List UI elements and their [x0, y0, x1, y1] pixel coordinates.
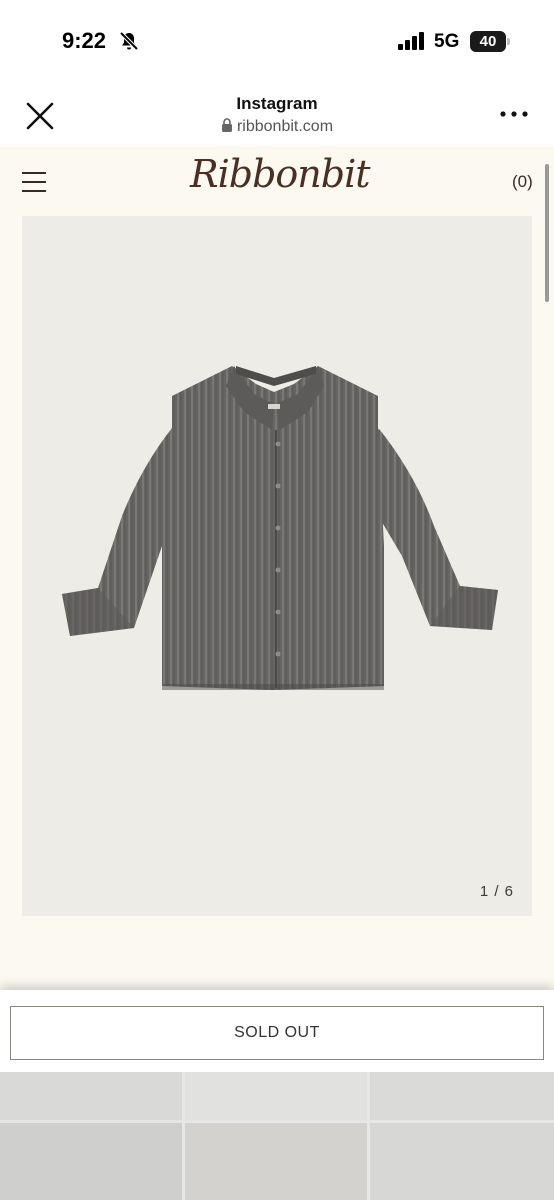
bell-slash-icon [119, 31, 139, 51]
site-logo[interactable]: Ribbonbit [190, 152, 371, 212]
signal-icon [398, 32, 424, 50]
url-text: ribbonbit.com [236, 118, 334, 135]
battery-level: 40 [470, 31, 506, 52]
browser-title: Instagram [236, 94, 318, 113]
browser-url[interactable]: ribbonbit.com [0, 118, 554, 136]
hamburger-icon[interactable] [22, 172, 46, 192]
scrollbar[interactable] [545, 164, 549, 302]
lock-icon [221, 118, 232, 132]
battery-tip [507, 38, 510, 45]
in-app-browser-bar: Instagram ribbonbit.com [0, 80, 554, 146]
status-bar: 9:22 5G 40 [0, 0, 554, 80]
thumbnail[interactable] [370, 1072, 554, 1120]
purchase-bar: SOLD OUT [0, 990, 554, 1072]
thumbnail[interactable] [0, 1072, 182, 1120]
thumbnail[interactable] [185, 1123, 367, 1200]
thumbnail[interactable] [185, 1072, 367, 1120]
image-counter: 1 / 6 [479, 883, 514, 900]
shirt-image [62, 366, 498, 690]
thumbnail[interactable] [370, 1123, 554, 1200]
website-content: Ribbonbit (0) 1 / 6 SOLD OUT [0, 146, 554, 1200]
cart-count[interactable]: (0) [512, 172, 533, 192]
more-icon[interactable] [498, 108, 530, 120]
thumbnail[interactable] [0, 1123, 182, 1200]
sold-out-button[interactable]: SOLD OUT [10, 1006, 544, 1060]
product-image[interactable]: 1 / 6 [22, 216, 532, 916]
thumbnail-strip [0, 1072, 554, 1200]
status-time: 9:22 [62, 28, 107, 53]
network-type: 5G [434, 31, 460, 52]
